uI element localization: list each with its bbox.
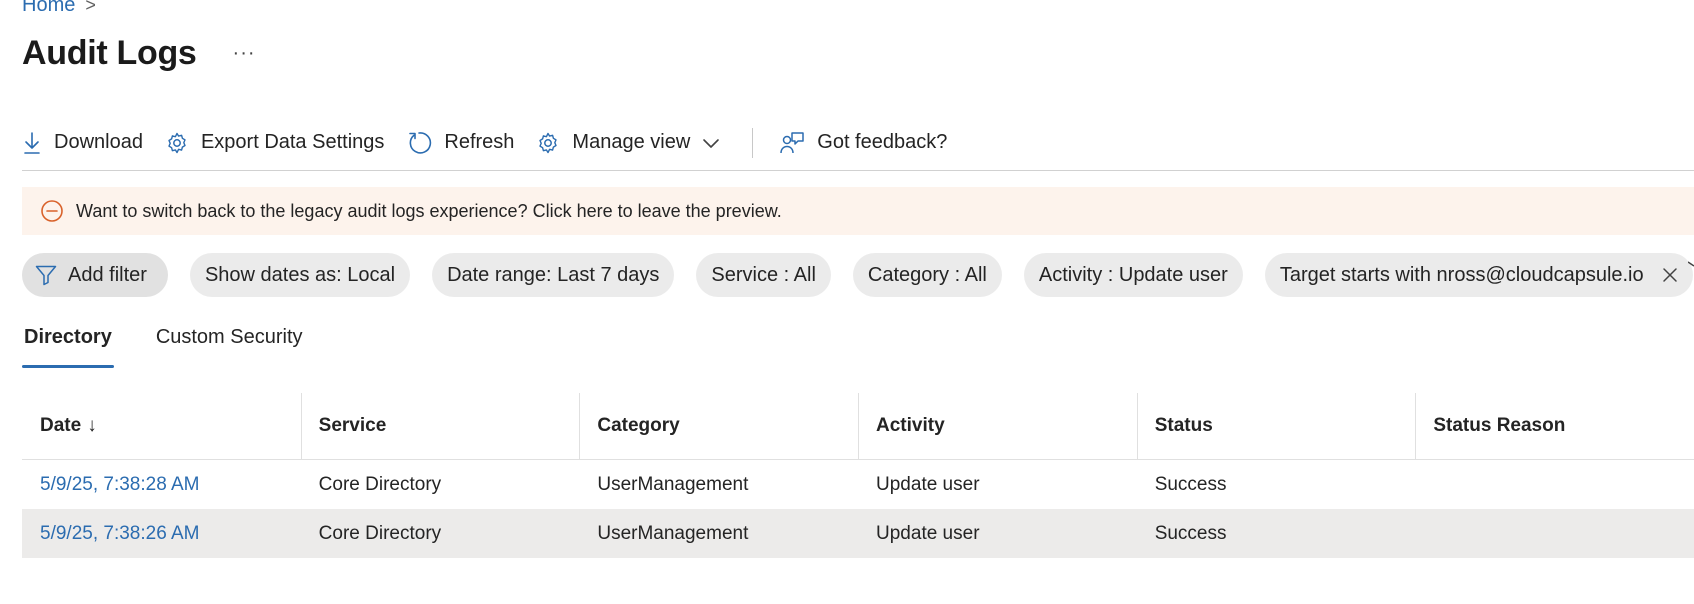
gear-icon (539, 132, 558, 153)
manage-view-label: Manage view (572, 131, 691, 153)
filter-pill-label: Show dates as: Local (204, 263, 396, 286)
column-header-activity[interactable]: Activity (858, 393, 1137, 459)
page-title: Audit Logs (22, 34, 197, 72)
column-header-label: Status (1154, 415, 1213, 436)
export-data-settings-label: Export Data Settings (200, 131, 385, 153)
column-header-service[interactable]: Service (300, 393, 580, 459)
tab-custom-security[interactable]: Custom Security (154, 322, 305, 364)
title-row: Audit Logs ··· (22, 34, 256, 73)
audit-log-table: Date ↓ Service Category Activity Status … (22, 393, 1694, 558)
filter-pill-show-dates[interactable]: Show dates as: Local (189, 253, 411, 297)
feedback-label: Got feedback? (817, 131, 948, 153)
filter-icon (35, 265, 57, 286)
feedback-icon (780, 131, 805, 153)
more-options-button[interactable]: ··· (233, 42, 256, 65)
table-row[interactable]: 5/9/25, 7:38:26 AM Core Directory UserMa… (22, 509, 1694, 558)
date-link[interactable]: 5/9/25, 7:38:28 AM (22, 474, 301, 496)
download-button[interactable]: Download (22, 123, 143, 163)
filter-pill-label: Category : All (867, 263, 987, 286)
filter-pill-category[interactable]: Category : All (852, 253, 1002, 297)
filter-pill-label: Date range: Last 7 days (447, 263, 660, 286)
category-cell: UserManagement (597, 522, 749, 544)
column-header-label: Service (318, 415, 387, 436)
column-header-label: Category (597, 415, 680, 436)
status-cell: Success (1154, 522, 1227, 544)
tab-list: Directory Custom Security (22, 322, 345, 368)
filter-pill-label: Target starts with nross@cloudcapsule.io (1279, 263, 1644, 286)
column-header-status-reason[interactable]: Status Reason (1415, 393, 1694, 459)
banner-message: Want to switch back to the legacy audit … (76, 200, 782, 221)
sort-descending-icon: ↓ (87, 415, 97, 436)
tab-directory[interactable]: Directory (22, 322, 114, 368)
refresh-label: Refresh (444, 131, 515, 153)
add-filter-button[interactable]: Add filter (22, 253, 168, 297)
warning-circle-icon (41, 200, 63, 222)
refresh-icon (409, 131, 432, 154)
chevron-down-icon (703, 138, 720, 148)
column-header-status[interactable]: Status (1136, 393, 1416, 459)
filter-pill-label: Service : All (711, 263, 816, 286)
breadcrumb-separator: > (85, 0, 96, 15)
table-header: Date ↓ Service Category Activity Status … (22, 393, 1694, 460)
download-icon (24, 131, 40, 154)
service-cell: Core Directory (318, 522, 442, 544)
refresh-button[interactable]: Refresh (406, 123, 514, 163)
add-filter-label: Add filter (68, 263, 147, 286)
date-link[interactable]: 5/9/25, 7:38:26 AM (22, 523, 301, 545)
gear-icon (168, 132, 186, 153)
service-cell: Core Directory (318, 473, 442, 495)
column-header-date[interactable]: Date ↓ (22, 393, 301, 459)
filter-bar: Add filter Show dates as: Local Date ran… (22, 253, 1694, 297)
activity-cell: Update user (876, 522, 980, 544)
download-label: Download (54, 131, 143, 153)
activity-cell: Update user (876, 473, 980, 495)
column-header-label: Date (40, 415, 82, 436)
table-row[interactable]: 5/9/25, 7:38:28 AM Core Directory UserMa… (22, 460, 1694, 509)
breadcrumb-home-link[interactable]: Home (22, 0, 75, 17)
export-data-settings-button[interactable]: Export Data Settings (165, 123, 384, 163)
legacy-preview-banner[interactable]: Want to switch back to the legacy audit … (22, 187, 1694, 235)
filter-overflow-icon[interactable] (1688, 261, 1694, 271)
column-header-label: Status Reason (1433, 415, 1566, 436)
close-icon[interactable] (1662, 267, 1678, 283)
filter-pill-target[interactable]: Target starts with nross@cloudcapsule.io (1264, 253, 1693, 297)
filter-pill-date-range[interactable]: Date range: Last 7 days (432, 253, 675, 297)
command-bar: Download Export Data Settings Refresh Ma… (22, 115, 1694, 171)
breadcrumb: Home > (22, 0, 96, 17)
column-header-category[interactable]: Category (579, 393, 858, 459)
manage-view-button[interactable]: Manage view (536, 123, 720, 163)
column-header-label: Activity (876, 415, 945, 436)
category-cell: UserManagement (597, 473, 749, 495)
filter-pill-label: Activity : Update user (1038, 263, 1228, 286)
filter-pill-activity[interactable]: Activity : Update user (1023, 253, 1243, 297)
toolbar-divider (752, 127, 754, 158)
status-cell: Success (1154, 473, 1227, 495)
feedback-button[interactable]: Got feedback? (779, 123, 947, 163)
filter-pill-service[interactable]: Service : All (696, 253, 831, 297)
